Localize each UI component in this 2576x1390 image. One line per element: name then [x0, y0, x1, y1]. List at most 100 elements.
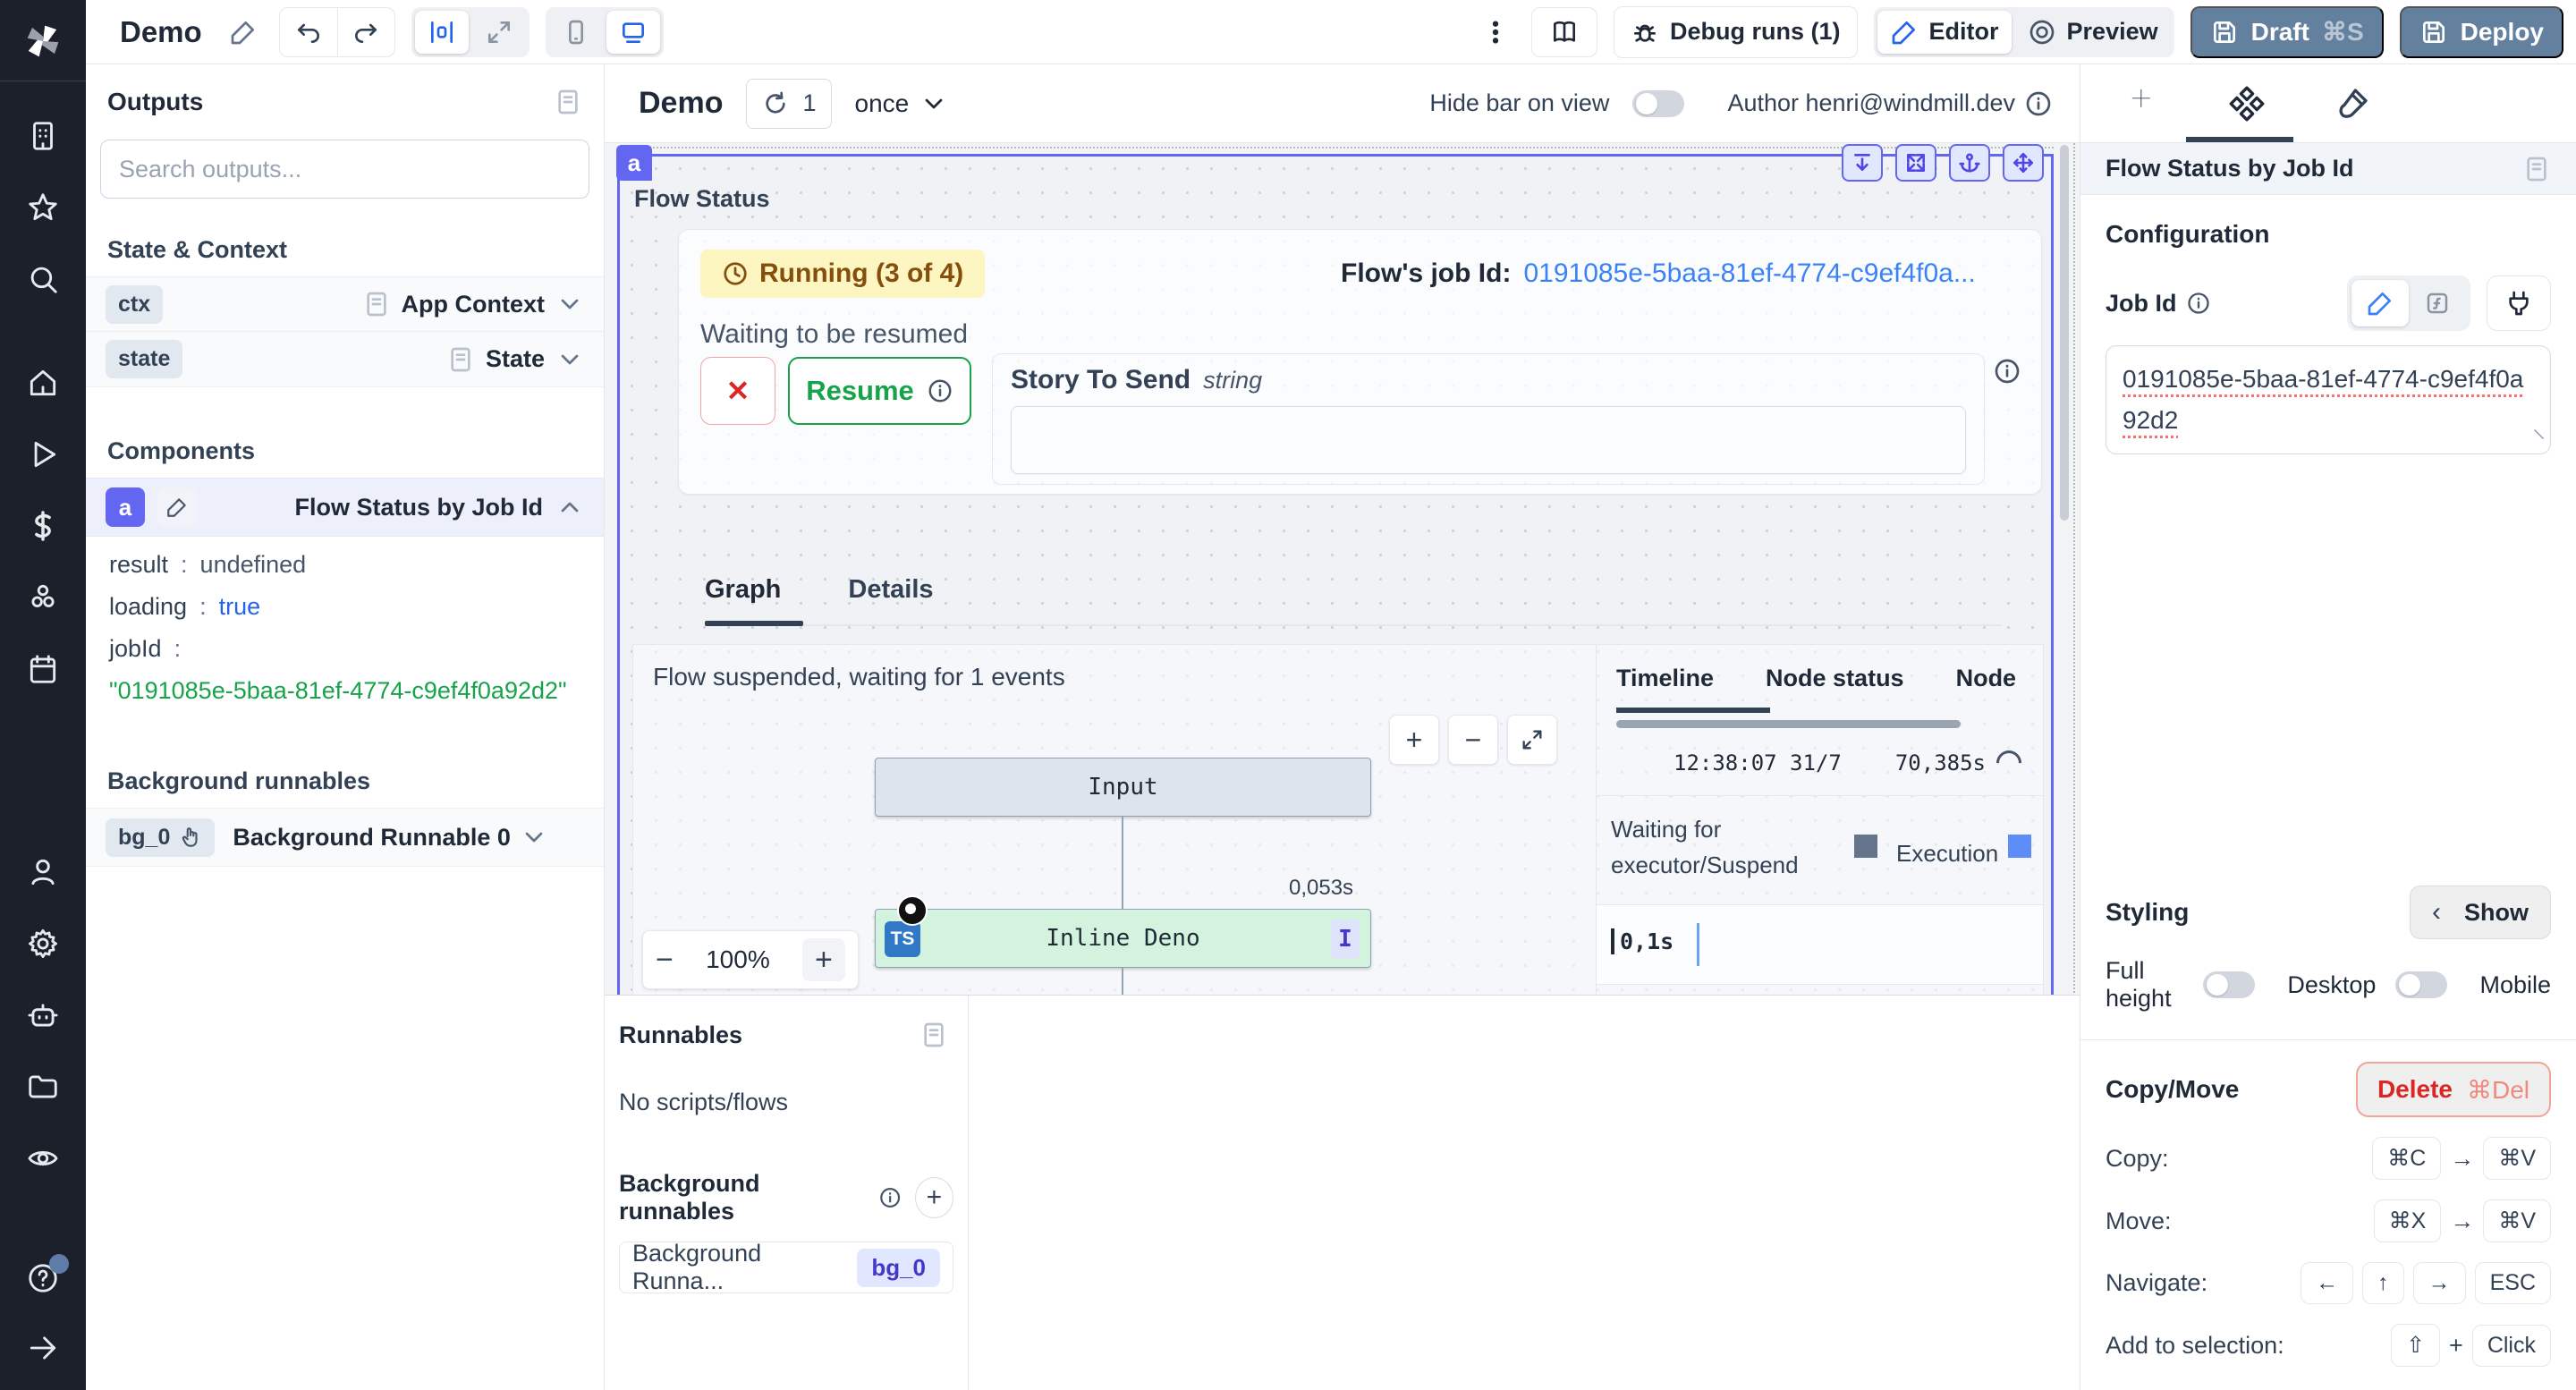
state-row[interactable]: state State — [86, 332, 604, 387]
selection-guide-horizontal — [617, 147, 2054, 148]
delete-component-button[interactable]: Delete ⌘Del — [2356, 1062, 2551, 1117]
show-styling-button[interactable]: ‹ Show — [2410, 886, 2551, 939]
flow-job-id-link[interactable]: 0191085e-5baa-81ef-4774-c9ef4f0a... — [1523, 259, 1975, 289]
rename-app-pencil-icon[interactable] — [224, 13, 263, 52]
info-icon[interactable] — [1993, 357, 2021, 386]
chevron-down-icon[interactable] — [555, 290, 584, 318]
tab-component-settings[interactable] — [2229, 86, 2265, 122]
rail-item-folders[interactable] — [26, 1070, 60, 1104]
kbd-key: Click — [2472, 1325, 2551, 1367]
rail-item-settings[interactable] — [26, 927, 60, 961]
desktop-toggle[interactable] — [2395, 971, 2447, 998]
flow-graph[interactable]: Flow suspended, waiting for 1 events + −… — [633, 645, 1596, 996]
rail-item-workspace[interactable] — [26, 119, 60, 153]
timeline-row-duration: 0,1s — [1611, 928, 1674, 954]
prop-jobid-string: "0191085e-5baa-81ef-4774-c9ef4f0a92d2" — [109, 677, 567, 705]
flow-node-inline-deno[interactable]: TS Inline Deno I — [875, 909, 1371, 968]
story-to-send-textarea[interactable] — [1011, 406, 1966, 474]
selected-component-tag[interactable]: a — [616, 145, 652, 181]
rail-item-resources[interactable] — [26, 581, 60, 614]
info-icon[interactable] — [2024, 89, 2053, 118]
resume-button[interactable]: Resume — [788, 357, 971, 425]
add-background-runnable-button[interactable]: + — [915, 1177, 953, 1218]
search-input[interactable] — [119, 156, 571, 183]
background-runnable-row[interactable]: bg_0 Background Runnable 0 — [86, 808, 604, 867]
fullsize-handle[interactable] — [1895, 144, 1936, 182]
rail-item-variables[interactable] — [26, 509, 60, 543]
graph-zoom-in-button[interactable]: + — [1389, 715, 1439, 765]
tab-insert-component[interactable] — [2123, 86, 2159, 122]
rail-item-favorites[interactable] — [26, 191, 60, 225]
cancel-button[interactable]: ✕ — [700, 357, 775, 425]
rail-collapse-button[interactable] — [26, 1331, 60, 1365]
tab-global-styling[interactable] — [2334, 86, 2370, 122]
chevron-up-icon[interactable] — [555, 493, 584, 521]
info-icon[interactable] — [878, 1185, 902, 1210]
tab-details[interactable]: Details — [848, 575, 933, 605]
collapse-panel-icon[interactable] — [919, 1021, 948, 1049]
kbd-key: → — [2413, 1262, 2466, 1304]
rail-item-audit-logs[interactable] — [26, 1141, 60, 1175]
hide-bar-toggle[interactable] — [1632, 90, 1684, 117]
desktop-view-button[interactable] — [606, 11, 660, 54]
rail-item-search[interactable] — [26, 262, 60, 296]
background-runnable-item[interactable]: Background Runna... bg_0 — [619, 1242, 953, 1293]
expression-input-button[interactable] — [2409, 280, 2466, 326]
resize-grip-icon[interactable] — [2526, 429, 2544, 447]
timeline-panel: Timeline Node status Node 12:38:07 31/7 … — [1596, 645, 2043, 996]
job-id-input[interactable]: 0191085e-5baa-81ef-4774-c9ef4f0a92d2 — [2106, 345, 2551, 454]
refresh-count-box[interactable]: 1 — [746, 79, 831, 129]
full-height-toggle[interactable] — [2203, 971, 2255, 998]
collapse-panel-icon[interactable] — [554, 88, 582, 116]
kebab-menu-icon[interactable] — [1476, 13, 1515, 52]
component-output-row[interactable]: a Flow Status by Job Id — [86, 478, 604, 537]
field-type: string — [1203, 367, 1262, 394]
graph-zoom-out-button[interactable]: − — [1448, 715, 1498, 765]
tab-editor[interactable]: Editor — [1877, 11, 2012, 54]
flow-node-input[interactable]: Input — [875, 758, 1371, 817]
canvas-scrollbar[interactable] — [2060, 145, 2069, 521]
plus-separator: + — [2449, 1332, 2463, 1360]
rail-item-schedules[interactable] — [26, 652, 60, 686]
redo-button[interactable] — [337, 8, 394, 56]
tab-node-cut[interactable]: Node — [1956, 665, 2017, 692]
docs-book-icon[interactable] — [1532, 8, 1597, 56]
typescript-badge: TS — [885, 921, 920, 957]
tab-graph[interactable]: Graph — [705, 575, 781, 605]
rail-item-runs[interactable] — [26, 437, 60, 471]
app-canvas[interactable]: a Flow Status Running (3 of 4 — [605, 143, 2080, 1390]
center-layout-button[interactable] — [415, 11, 469, 54]
debug-runs-button[interactable]: Debug runs (1) — [1614, 6, 1858, 58]
graph-fit-button[interactable] — [1507, 715, 1557, 765]
chevron-down-icon[interactable] — [555, 345, 584, 374]
windmill-logo-icon[interactable] — [20, 18, 66, 64]
run-mode-select[interactable]: once — [855, 89, 949, 118]
static-input-pencil-button[interactable] — [2351, 280, 2409, 326]
info-icon[interactable] — [2186, 291, 2211, 316]
move-handle[interactable] — [2003, 144, 2044, 182]
tab-preview[interactable]: Preview — [2015, 11, 2171, 54]
undo-button[interactable] — [280, 8, 337, 56]
full-width-layout-button[interactable] — [472, 11, 526, 54]
tab-timeline[interactable]: Timeline — [1616, 665, 1714, 692]
chevron-down-icon[interactable] — [520, 823, 548, 852]
mobile-view-button[interactable] — [549, 11, 603, 54]
zoom-out-button[interactable]: − — [656, 943, 674, 978]
deploy-button[interactable]: Deploy — [2400, 6, 2563, 58]
zoom-in-button[interactable]: + — [802, 938, 845, 981]
flow-status-component[interactable]: Flow Status Running (3 of 4) Flow's job … — [617, 154, 2054, 995]
ctx-row[interactable]: ctx App Context — [86, 276, 604, 332]
rail-item-home[interactable] — [26, 366, 60, 400]
edit-id-pencil-icon[interactable] — [157, 487, 197, 527]
anchor-handle[interactable] — [1949, 144, 1990, 182]
outputs-search[interactable] — [100, 140, 589, 199]
rail-item-help[interactable] — [26, 1261, 60, 1295]
expand-down-handle[interactable] — [1842, 144, 1883, 182]
rail-item-users[interactable] — [26, 855, 60, 889]
rail-item-workers[interactable] — [26, 998, 60, 1032]
divider — [1597, 795, 2043, 796]
connect-input-plug-button[interactable] — [2487, 275, 2551, 331]
tab-node-status[interactable]: Node status — [1766, 665, 1904, 692]
draft-button[interactable]: Draft ⌘S — [2190, 6, 2384, 58]
collapse-panel-icon[interactable] — [2522, 155, 2551, 183]
